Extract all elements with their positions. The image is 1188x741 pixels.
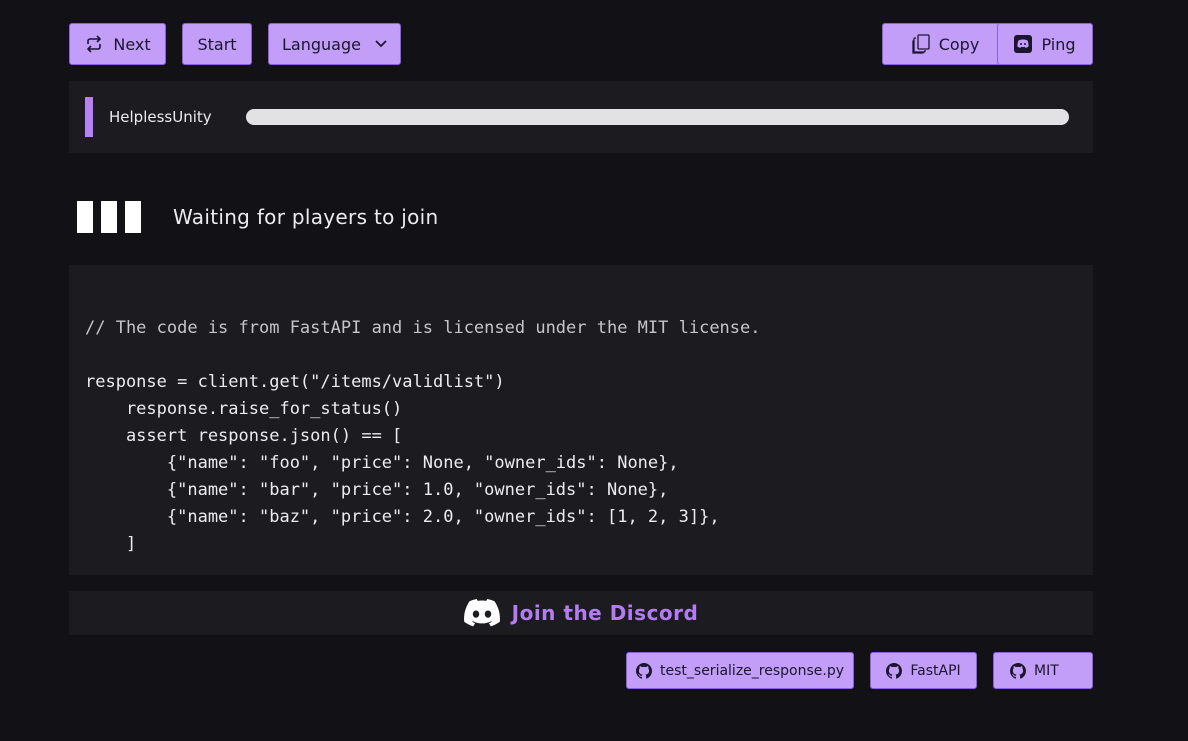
code-panel: // The code is from FastAPI and is licen… bbox=[69, 265, 1093, 575]
code-line: response.raise_for_status() bbox=[85, 399, 403, 419]
github-icon bbox=[636, 662, 653, 679]
next-button[interactable]: Next bbox=[69, 23, 166, 65]
fastapi-label: FastAPI bbox=[910, 662, 961, 679]
join-discord-label: Join the Discord bbox=[511, 601, 699, 625]
loading-bar bbox=[125, 201, 141, 233]
code-line: response = client.get("/items/validlist"… bbox=[85, 372, 505, 392]
ping-button[interactable]: Ping bbox=[997, 23, 1093, 65]
discord-icon bbox=[1014, 35, 1033, 53]
code-line: ] bbox=[85, 534, 137, 554]
mit-license-link[interactable]: MIT bbox=[993, 652, 1093, 689]
mit-label: MIT bbox=[1034, 662, 1059, 679]
join-discord-link[interactable]: Join the Discord bbox=[69, 591, 1093, 635]
github-icon bbox=[1010, 662, 1026, 679]
player-name: HelplessUnity bbox=[109, 108, 212, 126]
source-file-link[interactable]: test_serialize_response.py bbox=[626, 652, 854, 689]
start-button[interactable]: Start bbox=[182, 23, 252, 65]
status-text: Waiting for players to join bbox=[173, 205, 439, 229]
loading-bar bbox=[77, 201, 93, 233]
player-panel: HelplessUnity bbox=[69, 81, 1093, 153]
chevron-down-icon bbox=[375, 40, 387, 48]
player-progress-bar bbox=[246, 109, 1069, 125]
github-icon bbox=[886, 662, 903, 679]
source-file-label: test_serialize_response.py bbox=[660, 662, 844, 679]
language-label: Language bbox=[282, 34, 361, 54]
copy-label: Copy bbox=[938, 34, 980, 54]
repeat-icon bbox=[87, 35, 102, 53]
loading-bar bbox=[101, 201, 117, 233]
code-line: {"name": "baz", "price": 2.0, "owner_ids… bbox=[85, 507, 720, 527]
copy-icon bbox=[912, 34, 930, 54]
language-dropdown[interactable]: Language bbox=[268, 23, 401, 65]
next-label: Next bbox=[113, 34, 151, 54]
discord-icon bbox=[463, 599, 500, 627]
ping-label: Ping bbox=[1041, 34, 1076, 54]
fastapi-link[interactable]: FastAPI bbox=[870, 652, 977, 689]
code-line: {"name": "foo", "price": None, "owner_id… bbox=[85, 453, 679, 473]
copy-button[interactable]: Copy bbox=[882, 23, 1009, 65]
code-line: {"name": "bar", "price": 1.0, "owner_ids… bbox=[85, 480, 669, 500]
player-accent-bar bbox=[85, 97, 93, 137]
loading-bars-icon bbox=[77, 201, 141, 233]
start-label: Start bbox=[197, 34, 237, 54]
code-line: // The code is from FastAPI and is licen… bbox=[85, 318, 761, 338]
code-line: assert response.json() == [ bbox=[85, 426, 403, 446]
